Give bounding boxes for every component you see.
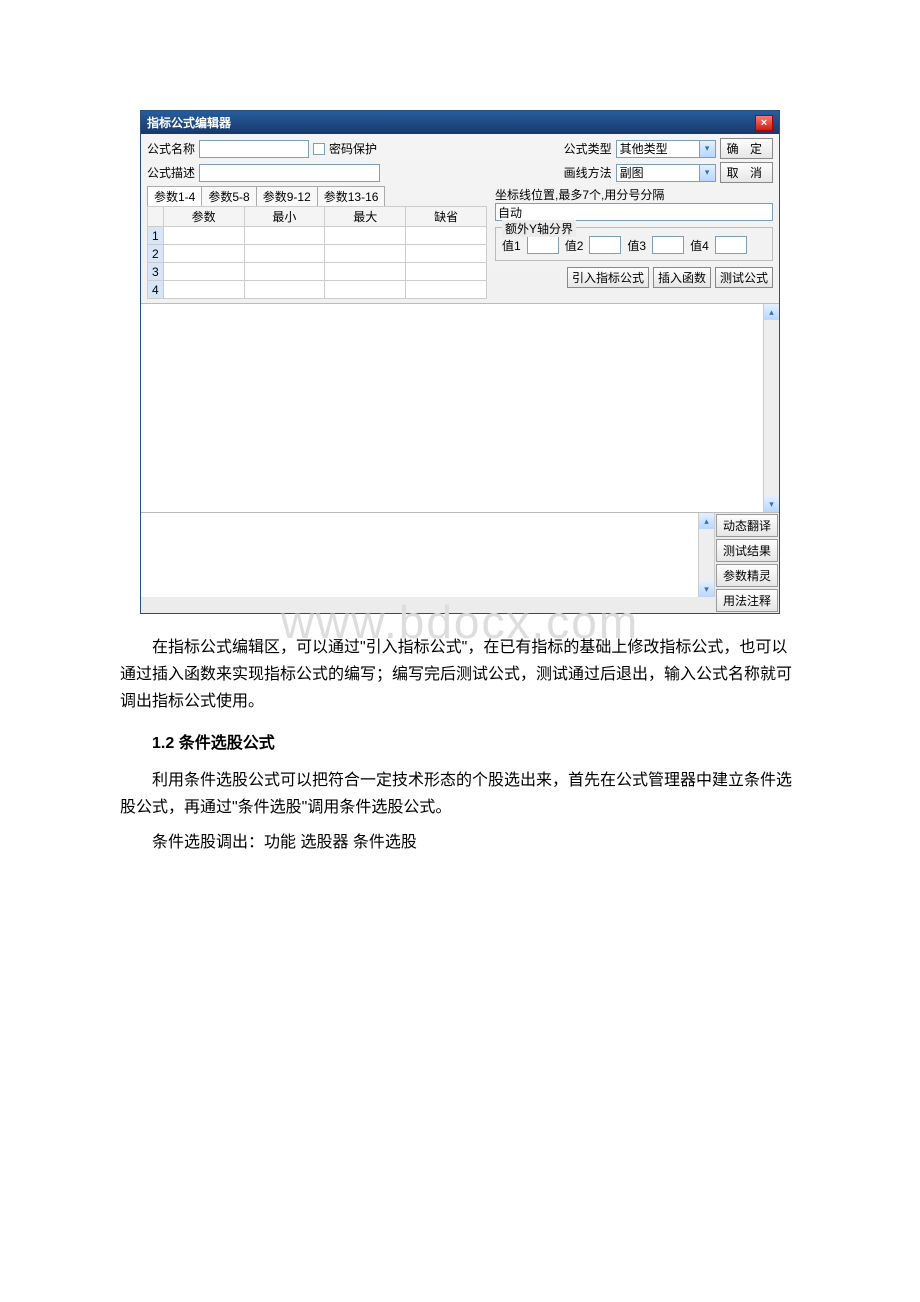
dynamic-translate-button[interactable]: 动态翻译 — [716, 514, 778, 537]
y-axis-legend: 额外Y轴分界 — [502, 220, 576, 237]
draw-method-select[interactable]: 副图 ▾ — [616, 164, 716, 182]
password-protect-checkbox[interactable] — [313, 143, 325, 155]
val3-label: 值3 — [627, 237, 646, 254]
window-title: 指标公式编辑器 — [147, 114, 231, 131]
chevron-down-icon: ▾ — [699, 165, 715, 181]
section-heading: 1.2 条件选股公式 — [120, 730, 800, 757]
col-default: 缺省 — [406, 207, 487, 227]
val2-label: 值2 — [565, 237, 584, 254]
col-min: 最小 — [244, 207, 325, 227]
col-param: 参数 — [163, 207, 244, 227]
close-icon[interactable]: × — [755, 115, 773, 131]
scrollbar-vertical[interactable]: ▴ ▾ — [763, 304, 779, 512]
paragraph: 利用条件选股公式可以把符合一定技术形态的个股选出来，首先在公式管理器中建立条件选… — [120, 767, 800, 821]
cancel-button[interactable]: 取 消 — [720, 162, 773, 183]
tab-params-1-4[interactable]: 参数1-4 — [147, 186, 202, 206]
scrollbar-vertical[interactable]: ▴ ▾ — [698, 513, 714, 597]
paragraph: 条件选股调出：功能 选股器 条件选股 — [120, 829, 800, 856]
val3-input[interactable] — [652, 236, 684, 254]
password-protect-label: 密码保护 — [329, 140, 377, 157]
formula-type-value: 其他类型 — [620, 140, 668, 157]
params-area: 参数1-4 参数5-8 参数9-12 参数13-16 参数 最小 最大 缺省 1… — [147, 186, 487, 299]
test-result-button[interactable]: 测试结果 — [716, 539, 778, 562]
val4-label: 值4 — [690, 237, 709, 254]
table-row[interactable]: 1 — [148, 227, 487, 245]
article-body: 在指标公式编辑区，可以通过"引入指标公式"，在已有指标的基础上修改指标公式，也可… — [120, 634, 800, 856]
ok-button[interactable]: 确 定 — [720, 138, 773, 159]
formula-desc-input[interactable] — [199, 164, 380, 182]
test-formula-button[interactable]: 测试公式 — [715, 267, 773, 288]
import-formula-button[interactable]: 引入指标公式 — [567, 267, 649, 288]
debug-output-pane: ▴ ▾ — [141, 513, 715, 597]
chevron-down-icon: ▾ — [699, 141, 715, 157]
formula-name-label: 公式名称 — [147, 140, 195, 157]
scroll-up-icon[interactable]: ▴ — [699, 513, 714, 529]
formula-desc-label: 公式描述 — [147, 164, 195, 181]
tab-params-13-16[interactable]: 参数13-16 — [317, 186, 386, 206]
col-max: 最大 — [325, 207, 406, 227]
scroll-up-icon[interactable]: ▴ — [764, 304, 779, 320]
formula-type-label: 公式类型 — [564, 140, 612, 157]
formula-name-input[interactable] — [199, 140, 309, 158]
formula-editor-window: 指标公式编辑器 × 公式名称 密码保护 公式类型 其他类型 ▾ 确 定 公式描述… — [140, 110, 780, 614]
table-row[interactable]: 4 — [148, 281, 487, 299]
val1-label: 值1 — [502, 237, 521, 254]
param-table: 参数 最小 最大 缺省 1 2 3 4 — [147, 206, 487, 299]
titlebar: 指标公式编辑器 × — [141, 111, 779, 134]
param-wizard-button[interactable]: 参数精灵 — [716, 564, 778, 587]
y-axis-group: 额外Y轴分界 值1 值2 值3 值4 — [495, 227, 773, 261]
draw-method-label: 画线方法 — [564, 164, 612, 181]
val4-input[interactable] — [715, 236, 747, 254]
table-row[interactable]: 2 — [148, 245, 487, 263]
val2-input[interactable] — [589, 236, 621, 254]
coord-label: 坐标线位置,最多7个,用分号分隔 — [495, 186, 773, 203]
coord-input[interactable] — [495, 203, 773, 221]
paragraph: 在指标公式编辑区，可以通过"引入指标公式"，在已有指标的基础上修改指标公式，也可… — [120, 634, 800, 716]
tab-params-5-8[interactable]: 参数5-8 — [201, 186, 256, 206]
val1-input[interactable] — [527, 236, 559, 254]
draw-method-value: 副图 — [620, 164, 644, 181]
table-row[interactable]: 3 — [148, 263, 487, 281]
insert-func-button[interactable]: 插入函数 — [653, 267, 711, 288]
formula-type-select[interactable]: 其他类型 ▾ — [616, 140, 716, 158]
formula-editor-textarea[interactable]: ▴ ▾ — [141, 303, 779, 513]
scroll-down-icon[interactable]: ▾ — [764, 496, 779, 512]
tab-params-9-12[interactable]: 参数9-12 — [256, 186, 318, 206]
